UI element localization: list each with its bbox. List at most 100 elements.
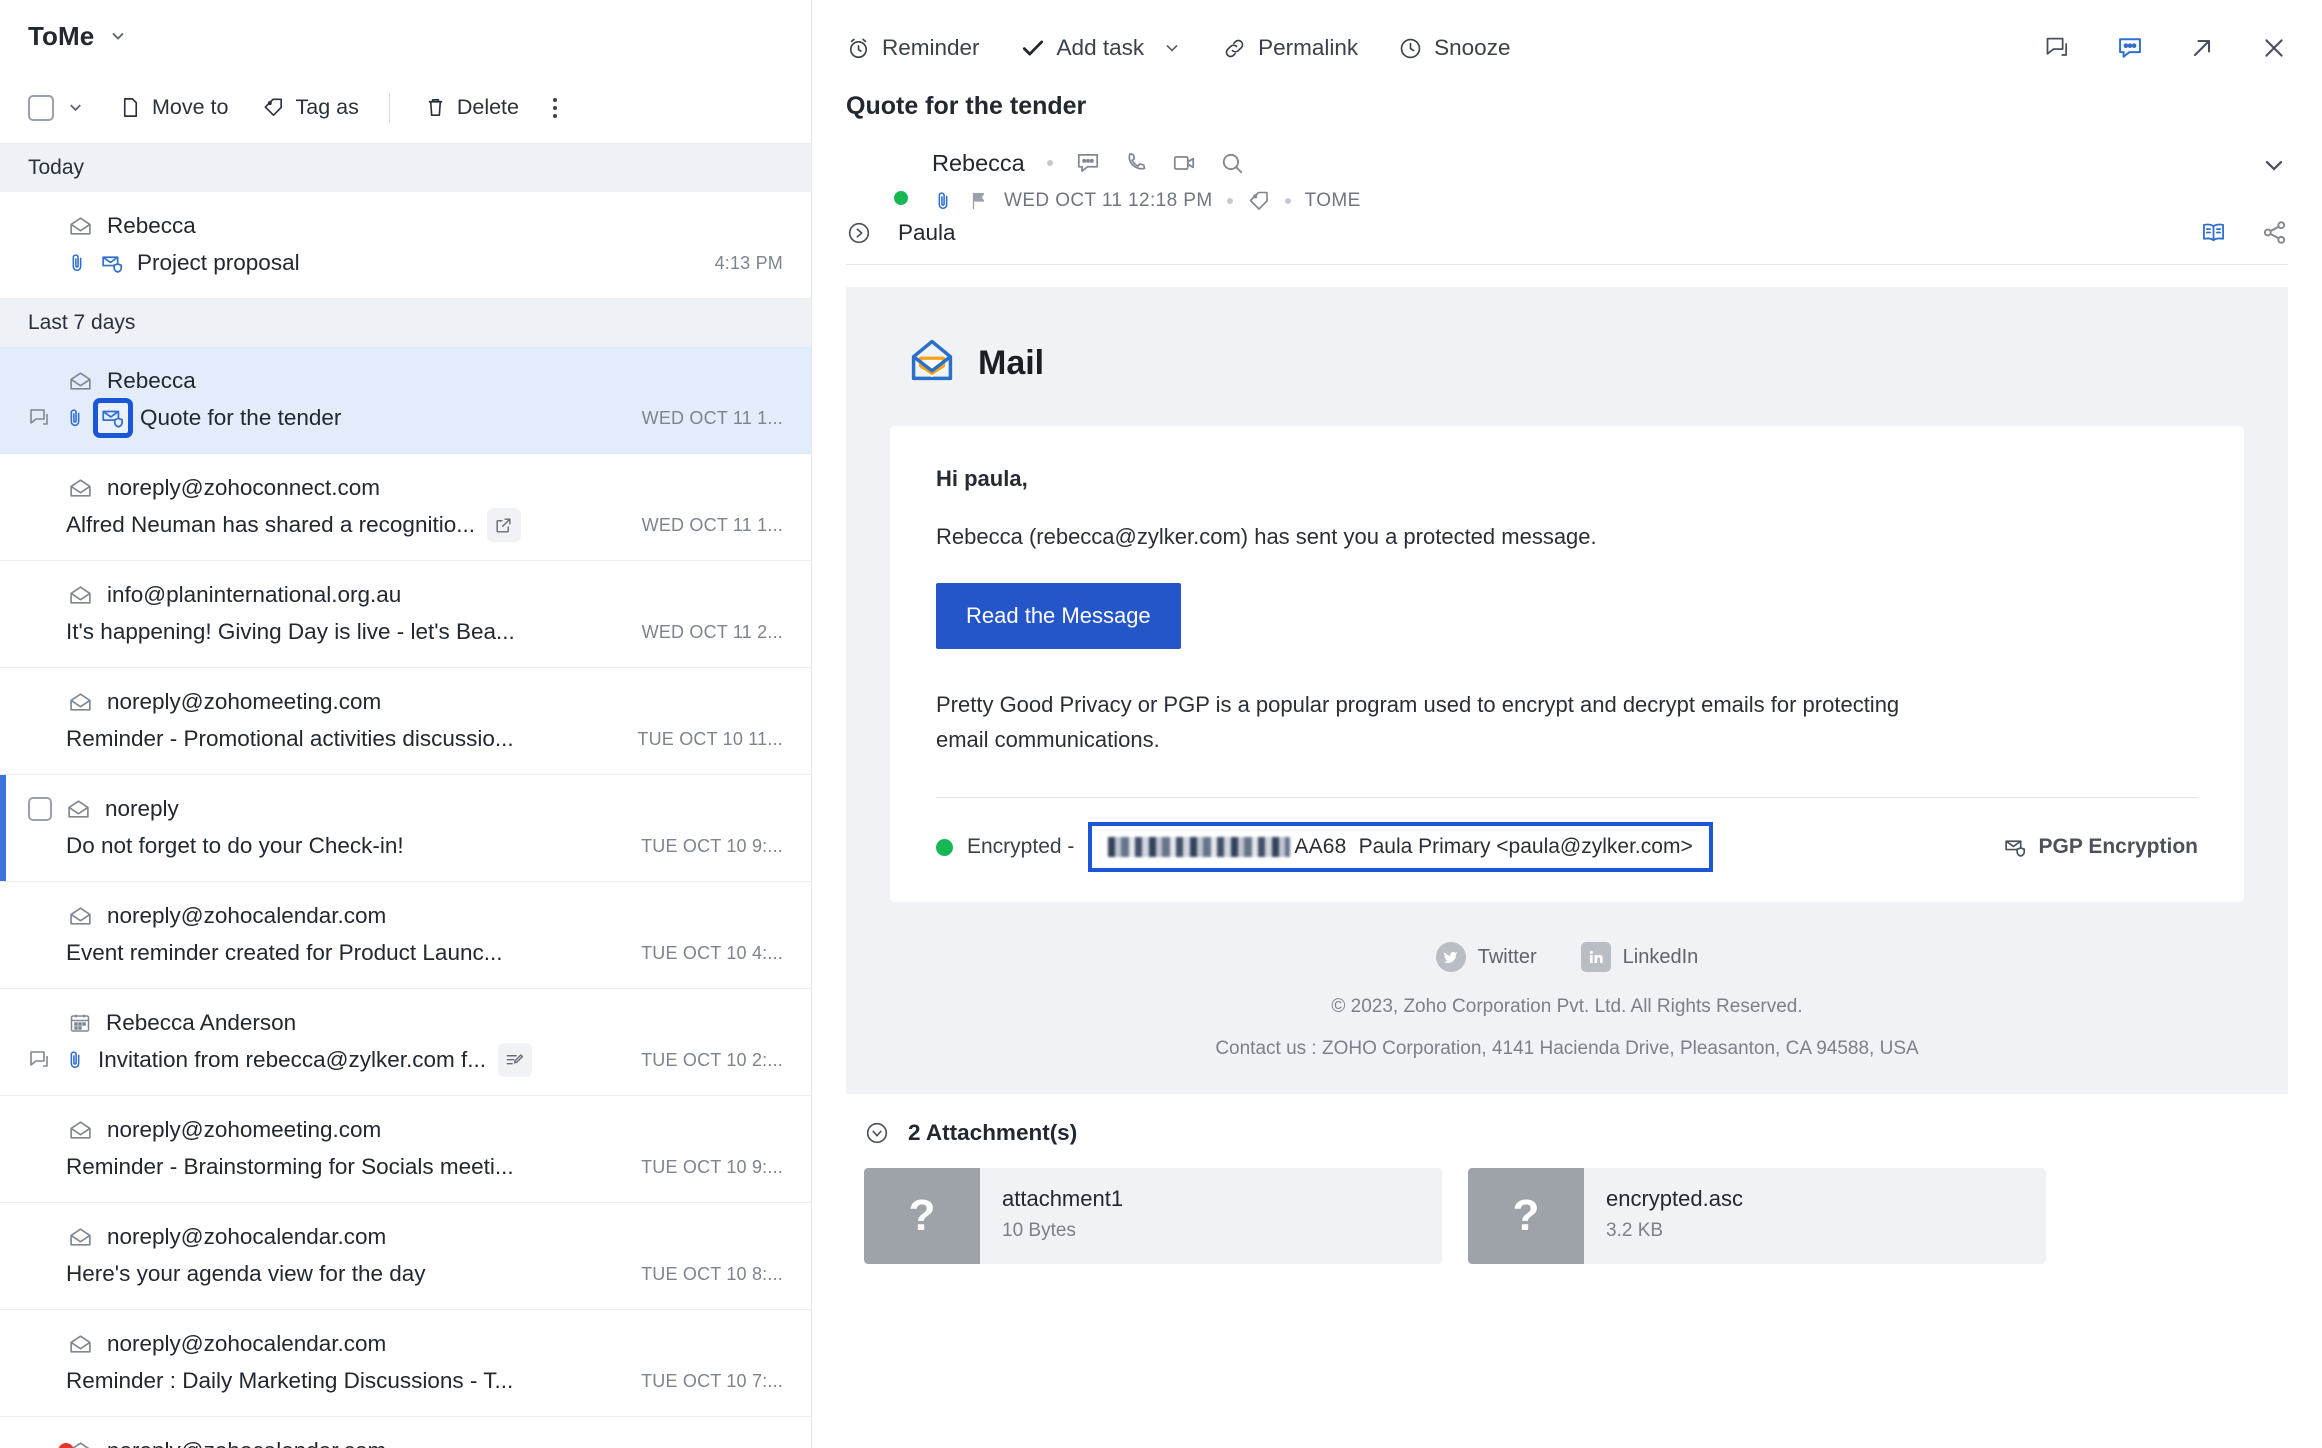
more-options-icon[interactable] [553, 98, 557, 118]
table-row[interactable]: noreply@zohomeeting.com Reminder - Brain… [0, 1096, 811, 1203]
external-link-icon[interactable] [487, 508, 521, 542]
mail-list[interactable]: Today Rebecca [0, 144, 811, 1448]
envelope-open-icon [68, 1332, 93, 1357]
attachment-name: attachment1 [1002, 1186, 1123, 1212]
tag-icon[interactable] [1247, 189, 1271, 213]
move-to-label: Move to [152, 95, 228, 120]
row-subject-line: Project proposal 4:13 PM [28, 244, 783, 282]
select-all-chevron-down-icon[interactable] [66, 98, 85, 117]
row-subject-line: Reminder - Brainstorming for Socials mee… [28, 1148, 783, 1186]
twitter-label: Twitter [1478, 946, 1537, 969]
row-subject-line: Quote for the tender WED OCT 11 1... [28, 399, 783, 437]
body-line-1: Rebecca (rebecca@zylker.com) has sent yo… [936, 520, 2198, 553]
expand-right-icon[interactable] [846, 220, 872, 246]
select-all-checkbox[interactable] [28, 95, 54, 121]
message-body: Mail Hi paula, Rebecca (rebecca@zylker.c… [846, 287, 2288, 1094]
secure-mail-icon [100, 251, 125, 276]
attachment-size: 10 Bytes [1002, 1220, 1123, 1242]
row-checkbox[interactable] [28, 797, 52, 821]
row-subject: Alfred Neuman has shared a recognitio... [66, 512, 475, 538]
row-subject-line: It's happening! Giving Day is live - let… [28, 613, 783, 651]
folder-selector[interactable]: ToMe [0, 0, 811, 72]
calendar-icon [68, 1011, 92, 1035]
linkedin-link[interactable]: LinkedIn [1581, 942, 1699, 972]
card-divider [936, 797, 2198, 798]
table-row[interactable]: noreply@zohocalendar.com Event reminder … [0, 882, 811, 989]
read-the-message-button[interactable]: Read the Message [936, 583, 1181, 649]
row-thread-slot [28, 726, 54, 752]
chat-icon[interactable] [1075, 150, 1101, 176]
row-subject-line: Here's your agenda view for the day TUE … [28, 1255, 783, 1293]
table-row[interactable]: noreply Do not forget to do your Check-i… [0, 775, 811, 882]
table-row[interactable]: noreply@zohocalendar.com Reminder : Dail… [0, 1310, 811, 1417]
list-item[interactable]: ? encrypted.asc 3.2 KB [1468, 1168, 2046, 1264]
table-row[interactable]: Rebecca Anderson Invitation from rebecca… [0, 989, 811, 1096]
row-thread-slot [28, 619, 54, 645]
encrypted-status-dot [936, 839, 953, 856]
table-row[interactable]: noreply@zohomeeting.com Reminder - Promo… [0, 668, 811, 775]
row-sender: noreply@zohocalendar.com [107, 903, 386, 929]
table-row[interactable]: Rebecca Project proposal 4:13 PM [0, 192, 811, 299]
row-sender: noreply@zohocalendar.com [107, 1438, 386, 1448]
row-checkbox-slot [28, 213, 54, 239]
share-icon[interactable] [2261, 219, 2288, 246]
permalink-button[interactable]: Permalink [1222, 35, 1358, 61]
attachment-icon [64, 407, 86, 429]
snooze-button[interactable]: Snooze [1398, 35, 1510, 61]
attachment-name: encrypted.asc [1606, 1186, 1743, 1212]
delete-button[interactable]: Delete [424, 95, 519, 120]
flag-icon[interactable] [968, 190, 990, 212]
row-sender-line: info@planinternational.org.au [28, 577, 783, 613]
encryption-key-highlight-box[interactable]: AA68 Paula Primary <paula@zylker.com> [1092, 826, 1708, 868]
row-sender: Rebecca Anderson [106, 1010, 296, 1036]
row-subject-line: Event reminder created for Product Launc… [28, 934, 783, 972]
chevron-down-icon[interactable] [108, 26, 128, 46]
chat-bubble-icon[interactable] [2116, 34, 2144, 62]
row-subject-line: Do not forget to do your Check-in! TUE O… [28, 827, 783, 865]
list-group-header-today: Today [0, 144, 811, 192]
table-row[interactable]: noreply@zohoconnect.com Alfred Neuman ha… [0, 454, 811, 561]
row-sender: Rebecca [107, 213, 196, 239]
add-task-chevron-down-icon[interactable] [1162, 38, 1182, 58]
pgp-encryption-badge[interactable]: PGP Encryption [2003, 835, 2198, 860]
call-icon[interactable] [1123, 150, 1149, 176]
close-icon[interactable] [2260, 34, 2288, 62]
chevron-down-icon[interactable] [2260, 143, 2288, 213]
row-subject-line: Invitation from rebecca@zylker.com f... … [28, 1041, 783, 1079]
tag-as-button[interactable]: Tag as [262, 95, 358, 120]
table-row[interactable]: noreply@zohocalendar.com Here's your age… [0, 1203, 811, 1310]
row-subject: Reminder - Promotional activities discus… [66, 726, 514, 752]
row-date: 4:13 PM [701, 253, 783, 274]
row-checkbox-slot [28, 1438, 54, 1448]
online-status-indicator [891, 188, 911, 208]
twitter-link[interactable]: Twitter [1436, 942, 1537, 972]
mail-brand-label: Mail [978, 344, 1044, 383]
avatar[interactable] [846, 143, 908, 205]
video-icon[interactable] [1171, 150, 1197, 176]
signature-icon[interactable] [498, 1043, 532, 1077]
table-row[interactable]: info@planinternational.org.au It's happe… [0, 561, 811, 668]
chevron-circle-down-icon[interactable] [864, 1120, 890, 1146]
table-row[interactable]: noreply@zohocalendar.com [0, 1417, 811, 1448]
encryption-status-row: Encrypted - AA68 Paula Primary <paula@zy… [936, 826, 2198, 868]
thread-icon[interactable] [2044, 34, 2072, 62]
mail-app: ToMe Move to Tag as Delete [0, 0, 2322, 1448]
sender-meta: Rebecca [932, 143, 2260, 213]
row-sender-line: noreply@zohocalendar.com [28, 898, 783, 934]
attachment-thumbnail: ? [1468, 1168, 1584, 1264]
secure-mail-icon[interactable] [100, 405, 126, 431]
search-icon[interactable] [1219, 150, 1245, 176]
greeting-text: Hi paula, [936, 466, 2198, 492]
popout-icon[interactable] [2188, 34, 2216, 62]
secure-mail-icon-highlight-box[interactable] [98, 403, 128, 433]
list-item[interactable]: ? attachment1 10 Bytes [864, 1168, 1442, 1264]
row-checkbox-slot [28, 1117, 54, 1143]
table-row[interactable]: Rebecca Quote for the tender [0, 347, 811, 454]
attachments-header[interactable]: 2 Attachment(s) [864, 1120, 2288, 1146]
reader-view-icon[interactable] [2200, 219, 2227, 246]
reminder-button[interactable]: Reminder [846, 35, 980, 61]
row-sender-line: noreply@zohocalendar.com [28, 1326, 783, 1362]
move-to-button[interactable]: Move to [119, 95, 228, 120]
envelope-open-icon [68, 476, 93, 501]
add-task-button[interactable]: Add task [1020, 35, 1145, 61]
